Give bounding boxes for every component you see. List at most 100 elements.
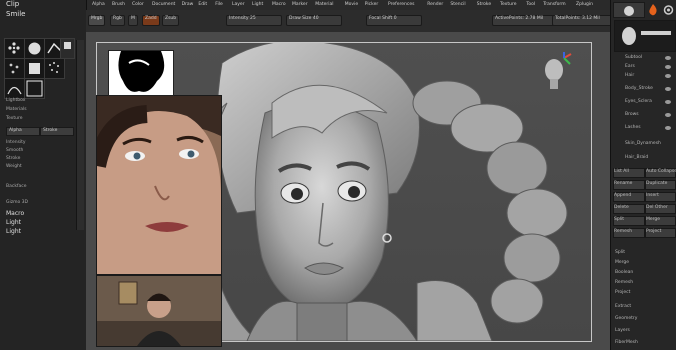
visibility-eye-icon[interactable]	[665, 74, 671, 78]
draw-size-slider[interactable]: Draw Size 40	[286, 15, 342, 26]
brush-standard-tile[interactable]	[4, 38, 25, 59]
menu-item-texture[interactable]: Texture	[500, 2, 516, 8]
subtool-row-hair[interactable]: Hair	[625, 73, 634, 79]
palette-title-light[interactable]: Light	[6, 219, 21, 226]
mask-thumbnail[interactable]	[108, 50, 174, 96]
menu-item-preferences[interactable]: Preferences	[388, 2, 414, 8]
subtool-row-brows[interactable]: Brows	[625, 112, 639, 118]
subtool-row-braid[interactable]: Hair_Braid	[625, 155, 648, 161]
palette-title-light-2[interactable]: Light	[6, 228, 21, 235]
remesh-button[interactable]: Remesh	[613, 228, 645, 238]
section-merge[interactable]: Merge	[615, 260, 629, 266]
menu-item-movie[interactable]: Movie	[345, 2, 358, 8]
del-other-button[interactable]: Del Other	[645, 204, 676, 214]
flame-icon[interactable]	[646, 2, 660, 16]
menu-item-draw[interactable]: Draw	[182, 2, 194, 8]
menu-item-alpha[interactable]: Alpha	[92, 2, 105, 8]
menu-item-edit[interactable]: Edit	[198, 2, 207, 8]
visibility-eye-icon[interactable]	[665, 65, 671, 69]
subtool-row-ears[interactable]: Ears	[625, 64, 635, 70]
delete-button[interactable]: Delete	[613, 204, 645, 214]
slider-stroke-label[interactable]: Stroke	[6, 156, 20, 162]
menu-item-stroke[interactable]: Stroke	[477, 2, 491, 8]
menu-item-macro[interactable]: Macro	[272, 2, 286, 8]
slider-intensity-label[interactable]: Intensity	[6, 140, 26, 146]
visibility-eye-icon[interactable]	[665, 113, 671, 117]
menu-item-layer[interactable]: Layer	[232, 2, 245, 8]
brush-move-tile[interactable]	[24, 38, 45, 59]
left-row-gizmo[interactable]: Gizmo 3D	[6, 200, 28, 206]
auto-collapse-button[interactable]: Auto Collapse	[645, 168, 676, 178]
menu-item-brush[interactable]: Brush	[112, 2, 125, 8]
color-swatch[interactable]	[24, 78, 45, 99]
brush-pinch-tile[interactable]	[4, 78, 25, 99]
mode-button-zadd[interactable]: Zadd	[142, 15, 160, 26]
visibility-eye-icon[interactable]	[665, 100, 671, 104]
menu-item-picker[interactable]: Picker	[365, 2, 378, 8]
menu-item-tool[interactable]: Tool	[526, 2, 535, 8]
section-layers[interactable]: Layers	[615, 328, 630, 334]
menu-item-stencil[interactable]: Stencil	[450, 2, 465, 8]
left-tool-palette: Clip Smile Lightbox Materials Texture Al…	[0, 0, 87, 350]
menu-item-marker[interactable]: Marker	[292, 2, 308, 8]
intensity-slider[interactable]: Intensity 25	[226, 15, 282, 26]
menu-item-transform[interactable]: Transform	[543, 2, 565, 8]
subtool-row-subtool[interactable]: Subtool	[625, 55, 642, 61]
visibility-eye-icon[interactable]	[665, 126, 671, 130]
menu-item-material[interactable]: Material	[315, 2, 333, 8]
section-project[interactable]: Project	[615, 290, 630, 296]
palette-title-macro[interactable]: Macro	[6, 210, 24, 217]
append-button[interactable]: Append	[613, 192, 645, 202]
mode-button-zsub[interactable]: Zsub	[162, 15, 180, 26]
focal-shift-slider[interactable]: Focal Shift 0	[366, 15, 422, 26]
menu-item-document[interactable]: Document	[152, 2, 175, 8]
left-tray-divider[interactable]	[76, 40, 84, 230]
merge-button[interactable]: Merge	[645, 216, 676, 226]
slider-weight-label[interactable]: Weight	[6, 164, 22, 170]
section-extract[interactable]: Extract	[615, 304, 631, 310]
menu-item-light[interactable]: Light	[252, 2, 263, 8]
palette-title-clip[interactable]: Clip	[6, 0, 19, 8]
mode-button-rgb[interactable]: Rgb	[110, 15, 125, 26]
menu-item-render[interactable]: Render	[427, 2, 443, 8]
brush-extra-tile[interactable]	[60, 38, 75, 59]
section-fibermesh[interactable]: FiberMesh	[615, 340, 638, 346]
rename-button[interactable]: Rename	[613, 180, 645, 190]
settings-icon[interactable]	[662, 2, 675, 16]
subtool-row-skin[interactable]: Skin_Dynamesh	[625, 141, 661, 147]
subtool-row-body[interactable]: Body_Stroke	[625, 86, 653, 92]
menu-item-zplugin[interactable]: Zplugin	[576, 2, 593, 8]
navigation-cube[interactable]	[540, 52, 572, 96]
menu-item-file[interactable]: File	[215, 2, 223, 8]
mode-button-m[interactable]: M	[128, 15, 138, 26]
split-button[interactable]: Split	[613, 216, 645, 226]
list-all-button[interactable]: List All	[613, 168, 645, 178]
left-btn-alpha[interactable]: Alpha	[6, 127, 40, 136]
material-preview[interactable]	[613, 2, 645, 18]
left-row-backface[interactable]: Backface	[6, 184, 27, 190]
insert-button[interactable]: Insert	[645, 192, 676, 202]
brush-damstandard-tile[interactable]	[4, 58, 25, 79]
duplicate-button[interactable]: Duplicate	[645, 180, 676, 190]
menu-item-color[interactable]: Color	[132, 2, 144, 8]
mode-button-mrgb[interactable]: Mrgb	[88, 15, 106, 26]
left-row-materials[interactable]: Materials	[6, 107, 27, 113]
section-geometry[interactable]: Geometry	[615, 316, 637, 322]
section-remesh[interactable]: Remesh	[615, 280, 633, 286]
reference-photo[interactable]	[96, 95, 222, 275]
brush-inflat-tile[interactable]	[24, 58, 45, 79]
left-row-lightbox[interactable]: Lightbox	[6, 98, 25, 104]
subtool-row-eyes[interactable]: Eyes_Sclera	[625, 99, 652, 105]
subtool-row-lashes[interactable]: Lashes	[625, 125, 641, 131]
section-boolean[interactable]: Boolean	[615, 270, 633, 276]
subtool-preview[interactable]	[614, 20, 676, 52]
project-button[interactable]: Project	[645, 228, 676, 238]
brush-snake-tile[interactable]	[44, 58, 65, 79]
slider-smooth-label[interactable]: Smooth	[6, 148, 23, 154]
left-row-texture[interactable]: Texture	[6, 116, 22, 122]
left-btn-stroke[interactable]: Stroke	[40, 127, 74, 136]
visibility-eye-icon[interactable]	[665, 87, 671, 91]
section-split[interactable]: Split	[615, 250, 625, 256]
visibility-eye-icon[interactable]	[665, 56, 671, 60]
palette-title-smile[interactable]: Smile	[6, 10, 25, 18]
